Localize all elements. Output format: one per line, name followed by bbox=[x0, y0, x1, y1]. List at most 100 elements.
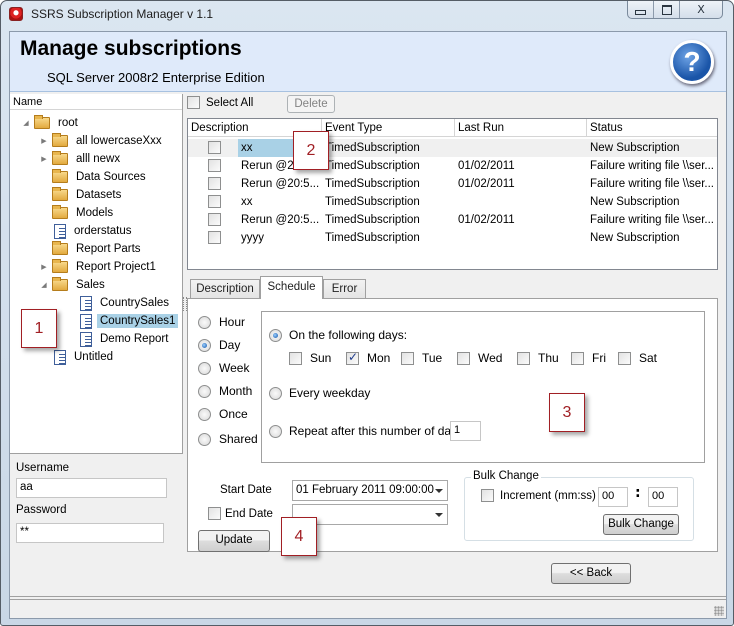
table-row[interactable]: Rerun @20:5... TimedSubscription 01/02/201… bbox=[188, 211, 717, 229]
option-every-weekday[interactable]: Every weekday bbox=[269, 386, 370, 400]
day-sat[interactable]: Sat bbox=[618, 351, 657, 365]
row-checkbox[interactable] bbox=[208, 159, 221, 172]
day-checkbox[interactable] bbox=[289, 351, 302, 365]
column-header-last-run[interactable]: Last Run bbox=[455, 119, 587, 137]
table-row[interactable]: Rerun @20:5... TimedSubscription 01/02/201… bbox=[188, 175, 717, 193]
end-date-checkbox[interactable] bbox=[208, 507, 221, 520]
repeat-days-input[interactable]: 1 bbox=[450, 421, 481, 441]
frequency-option-month[interactable]: Month bbox=[198, 384, 252, 398]
chevron-down-icon[interactable] bbox=[435, 489, 443, 493]
expanded-arrow-icon[interactable]: ◢ bbox=[22, 119, 30, 127]
cell-status: Failure writing file \\ser... bbox=[590, 214, 714, 226]
chevron-down-icon[interactable] bbox=[435, 513, 443, 517]
repeat-days-radio[interactable] bbox=[269, 424, 282, 438]
bulk-change-button[interactable]: Bulk Change bbox=[603, 514, 679, 535]
report-tree[interactable]: Name ◢ root ▶ all lowercaseXxx ▶ alll newx Dat… bbox=[10, 94, 183, 454]
frequency-radio[interactable] bbox=[198, 407, 211, 421]
tree-item[interactable]: ◢ root bbox=[22, 114, 81, 132]
day-checkbox[interactable] bbox=[618, 351, 631, 365]
frequency-label: Hour bbox=[219, 315, 246, 329]
increment-seconds-input[interactable]: 00 bbox=[648, 487, 678, 507]
frequency-radio[interactable] bbox=[198, 384, 211, 398]
end-date-control[interactable]: End Date bbox=[208, 507, 273, 520]
frequency-option-week[interactable]: Week bbox=[198, 361, 249, 375]
row-checkbox[interactable] bbox=[208, 195, 221, 208]
row-checkbox[interactable] bbox=[208, 213, 221, 226]
back-button[interactable]: << Back bbox=[551, 563, 631, 584]
collapsed-arrow-icon[interactable]: ▶ bbox=[40, 263, 48, 271]
day-wed[interactable]: Wed bbox=[457, 351, 502, 365]
frequency-radio[interactable] bbox=[198, 361, 211, 375]
day-checkbox[interactable] bbox=[346, 350, 359, 365]
delete-button[interactable]: Delete bbox=[287, 95, 335, 113]
option-repeat-days[interactable]: Repeat after this number of days bbox=[269, 424, 463, 438]
cell-last-run: 01/02/2011 bbox=[458, 214, 515, 226]
row-checkbox[interactable] bbox=[208, 177, 221, 190]
tree-item[interactable]: ▶ all lowercaseXxx bbox=[40, 132, 165, 150]
maximize-button[interactable] bbox=[654, 1, 680, 18]
select-all-control[interactable]: Select All bbox=[187, 96, 253, 109]
following-days-radio[interactable] bbox=[269, 328, 282, 342]
frequency-option-hour[interactable]: Hour bbox=[198, 315, 245, 329]
day-checkbox[interactable] bbox=[517, 351, 530, 365]
day-thu[interactable]: Thu bbox=[517, 351, 559, 365]
every-weekday-radio[interactable] bbox=[269, 386, 282, 400]
tab-description[interactable]: Description bbox=[190, 279, 260, 299]
tree-item[interactable]: ▶ Report Project1 bbox=[40, 258, 159, 276]
update-button[interactable]: Update bbox=[198, 530, 270, 552]
day-checkbox[interactable] bbox=[401, 351, 414, 365]
minimize-button[interactable] bbox=[628, 1, 654, 18]
select-all-checkbox[interactable] bbox=[187, 96, 200, 109]
day-sun[interactable]: Sun bbox=[289, 351, 331, 365]
table-row[interactable]: xx TimedSubscription New Subscription bbox=[188, 193, 717, 211]
day-fri[interactable]: Fri bbox=[571, 351, 606, 365]
cell-last-run: 01/02/2011 bbox=[458, 178, 515, 190]
table-row[interactable]: Rerun @20:5... TimedSubscription 01/02/201… bbox=[188, 157, 717, 175]
row-checkbox[interactable] bbox=[208, 231, 221, 244]
tree-item[interactable]: Models bbox=[40, 204, 116, 222]
increment-checkbox[interactable] bbox=[481, 489, 494, 502]
username-input[interactable]: aa bbox=[16, 478, 167, 498]
frequency-radio[interactable] bbox=[198, 315, 211, 329]
close-button[interactable]: X bbox=[680, 1, 722, 18]
day-tue[interactable]: Tue bbox=[401, 351, 442, 365]
day-checkbox[interactable] bbox=[571, 351, 584, 365]
frequency-option-once[interactable]: Once bbox=[198, 407, 248, 421]
tree-item[interactable]: Untitled bbox=[40, 348, 116, 366]
tree-item[interactable]: Datasets bbox=[40, 186, 124, 204]
frequency-radio[interactable] bbox=[198, 338, 211, 352]
tree-item[interactable]: CountrySales1 bbox=[66, 312, 179, 330]
increment-minutes-input[interactable]: 00 bbox=[598, 487, 628, 507]
tree-item[interactable]: Report Parts bbox=[40, 240, 144, 258]
tree-item[interactable]: orderstatus bbox=[40, 222, 135, 240]
title-bar[interactable]: SSRS Subscription Manager v 1.1 X bbox=[1, 1, 733, 29]
tab-error[interactable]: Error bbox=[323, 279, 366, 299]
day-mon[interactable]: Mon bbox=[346, 350, 390, 365]
table-row[interactable]: yyyy TimedSubscription New Subscription bbox=[188, 229, 717, 247]
tree-item[interactable]: ◢ Sales bbox=[40, 276, 108, 294]
frequency-radio[interactable] bbox=[198, 432, 211, 446]
table-row[interactable]: xx TimedSubscription New Subscription bbox=[188, 139, 717, 157]
expanded-arrow-icon[interactable]: ◢ bbox=[40, 281, 48, 289]
column-header-status[interactable]: Status bbox=[587, 119, 717, 137]
password-input[interactable]: ** bbox=[16, 523, 164, 543]
tree-item[interactable]: Data Sources bbox=[40, 168, 149, 186]
column-header-event-type[interactable]: Event Type bbox=[322, 119, 455, 137]
day-checkbox[interactable] bbox=[457, 351, 470, 365]
frequency-option-shared[interactable]: Shared bbox=[198, 432, 258, 446]
help-icon[interactable]: ? bbox=[670, 40, 714, 84]
tree-item[interactable]: Demo Report bbox=[66, 330, 171, 348]
collapsed-arrow-icon[interactable]: ▶ bbox=[40, 137, 48, 145]
window-title: SSRS Subscription Manager v 1.1 bbox=[31, 7, 214, 21]
increment-control[interactable]: Increment (mm:ss) bbox=[481, 489, 596, 502]
tree-item[interactable]: CountrySales bbox=[66, 294, 172, 312]
subscriptions-grid[interactable]: Description Event Type Last Run Status x… bbox=[187, 118, 718, 270]
tree-item[interactable]: ▶ alll newx bbox=[40, 150, 123, 168]
start-date-picker[interactable]: 01 February 2011 09:00:00 bbox=[292, 480, 448, 501]
option-following-days[interactable]: On the following days: bbox=[269, 328, 407, 342]
collapsed-arrow-icon[interactable]: ▶ bbox=[40, 155, 48, 163]
resize-grip-icon[interactable] bbox=[714, 606, 724, 616]
frequency-option-day[interactable]: Day bbox=[198, 338, 240, 352]
tab-schedule[interactable]: Schedule bbox=[260, 276, 323, 299]
row-checkbox[interactable] bbox=[208, 141, 221, 154]
